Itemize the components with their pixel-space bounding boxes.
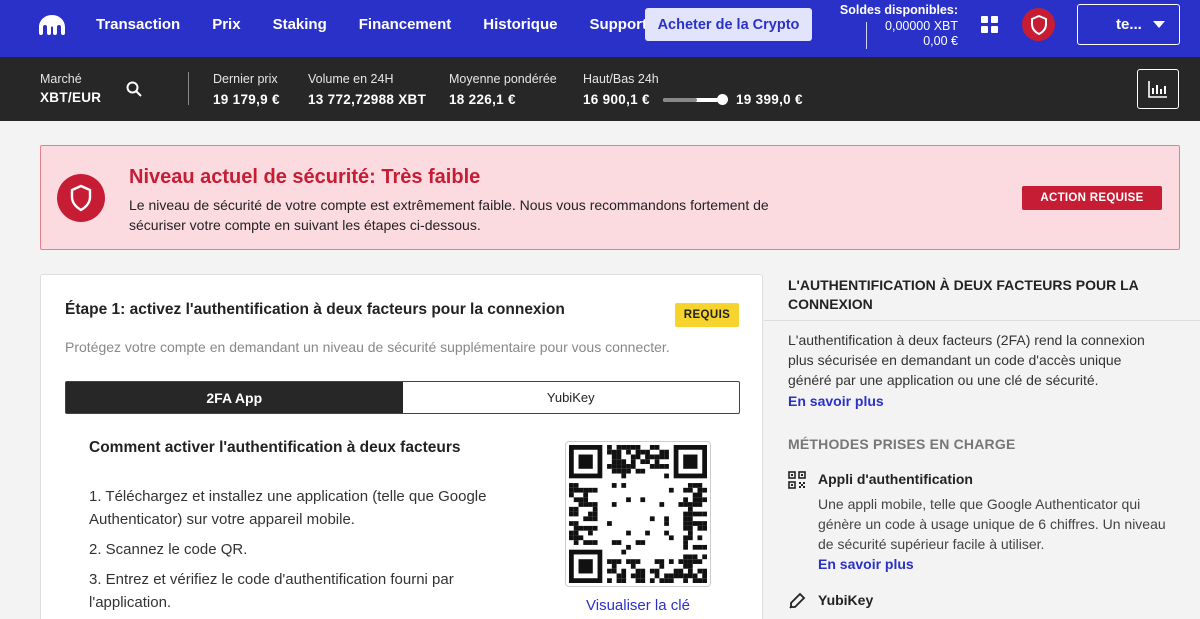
avg-label: Moyenne pondérée	[449, 72, 557, 86]
side-divider	[764, 320, 1200, 321]
range-low: 16 900,1 €	[583, 92, 650, 107]
tab-yubikey[interactable]: YubiKey	[403, 382, 740, 413]
market-ticker: Marché XBT/EUR Dernier prix 19 179,9 € V…	[0, 57, 1200, 121]
qr-code-icon	[788, 471, 806, 489]
step-title: Étape 1: activez l'authentification à de…	[65, 301, 565, 318]
balances-title: Soldes disponibles:	[839, 3, 958, 17]
alert-shield-icon	[57, 174, 105, 222]
security-shield-button[interactable]	[1022, 8, 1055, 41]
balance-xbt: 0,00000 XBT	[885, 19, 958, 33]
step-card: Étape 1: activez l'authentification à de…	[40, 274, 763, 619]
range-label: Haut/Bas 24h	[583, 72, 659, 86]
method-authenticator-title: Appli d'authentification	[818, 471, 973, 487]
kraken-logo-icon[interactable]	[38, 14, 66, 36]
bar-chart-icon	[1148, 81, 1167, 98]
action-required-badge: ACTION REQUISE	[1022, 186, 1162, 210]
top-nav: Transaction Prix Staking Financement His…	[0, 0, 1200, 57]
step-subtitle: Protégez votre compte en demandant un ni…	[65, 339, 670, 355]
apps-grid-icon[interactable]	[981, 16, 998, 33]
method-learn-more-link[interactable]: En savoir plus	[818, 556, 914, 572]
market-pair[interactable]: XBT/EUR	[40, 90, 101, 105]
avg-value: 18 226,1 €	[449, 92, 516, 107]
search-icon[interactable]	[126, 81, 142, 97]
account-label: te...	[1116, 16, 1142, 33]
howto-steps: 1. Téléchargez et installez une applicat…	[89, 485, 509, 619]
side-panel: L'AUTHENTIFICATION À DEUX FACTEURS POUR …	[788, 274, 1178, 314]
market-label: Marché	[40, 72, 82, 86]
method-yubikey-title: YubiKey	[818, 592, 874, 608]
buy-crypto-button[interactable]: Acheter de la Crypto	[645, 8, 812, 41]
security-alert: Niveau actuel de sécurité: Très faible L…	[40, 145, 1180, 250]
qr-code-image	[569, 445, 707, 583]
tab-2fa-app[interactable]: 2FA App	[66, 382, 403, 413]
account-menu-button[interactable]: te...	[1077, 4, 1180, 45]
ticker-divider	[188, 72, 189, 105]
nav-historique[interactable]: Historique	[483, 16, 557, 33]
last-price-label: Dernier prix	[213, 72, 278, 86]
nav-staking[interactable]: Staking	[273, 16, 327, 33]
chevron-down-icon	[1153, 21, 1165, 28]
learn-more-link[interactable]: En savoir plus	[788, 393, 884, 409]
usb-key-icon	[789, 592, 806, 609]
alert-text: Le niveau de sécurité de votre compte es…	[129, 197, 769, 233]
qr-code	[565, 441, 711, 587]
required-badge: REQUIS	[675, 303, 739, 327]
chart-button[interactable]	[1137, 69, 1179, 109]
nav-prix[interactable]: Prix	[212, 16, 240, 33]
nav-transaction[interactable]: Transaction	[96, 16, 180, 33]
balances[interactable]: Soldes disponibles: 0,00000 XBT 0,00 €	[836, 3, 958, 48]
range-bar	[663, 98, 723, 102]
howto-step: 1. Téléchargez et installez une applicat…	[89, 488, 487, 528]
howto-step: 3. Entrez et vérifiez le code d'authenti…	[89, 571, 454, 611]
balance-eur: 0,00 €	[923, 34, 958, 48]
view-key-link[interactable]: Visualiser la clé	[565, 597, 711, 614]
howto-title: Comment activer l'authentification à deu…	[89, 439, 461, 456]
last-price-value: 19 179,9 €	[213, 92, 280, 107]
nav-support[interactable]: Support	[589, 16, 647, 33]
nav-financement[interactable]: Financement	[359, 16, 452, 33]
method-tabs: 2FA App YubiKey	[65, 381, 740, 414]
nav-links: Transaction Prix Staking Financement His…	[96, 0, 679, 48]
volume-label: Volume en 24H	[308, 72, 394, 86]
volume-value: 13 772,72988 XBT	[308, 92, 427, 107]
side-description: L'authentification à deux facteurs (2FA)…	[788, 332, 1145, 388]
alert-title: Niveau actuel de sécurité: Très faible	[129, 166, 481, 188]
range-high: 19 399,0 €	[736, 92, 803, 107]
howto-step: 2. Scannez le code QR.	[89, 541, 248, 558]
side-heading: L'AUTHENTIFICATION À DEUX FACTEURS POUR …	[788, 277, 1139, 312]
method-authenticator-text: Une appli mobile, telle que Google Authe…	[818, 496, 1166, 552]
shield-icon	[1030, 14, 1047, 35]
methods-title: MÉTHODES PRISES EN CHARGE	[788, 436, 1016, 452]
range-indicator	[717, 94, 728, 105]
